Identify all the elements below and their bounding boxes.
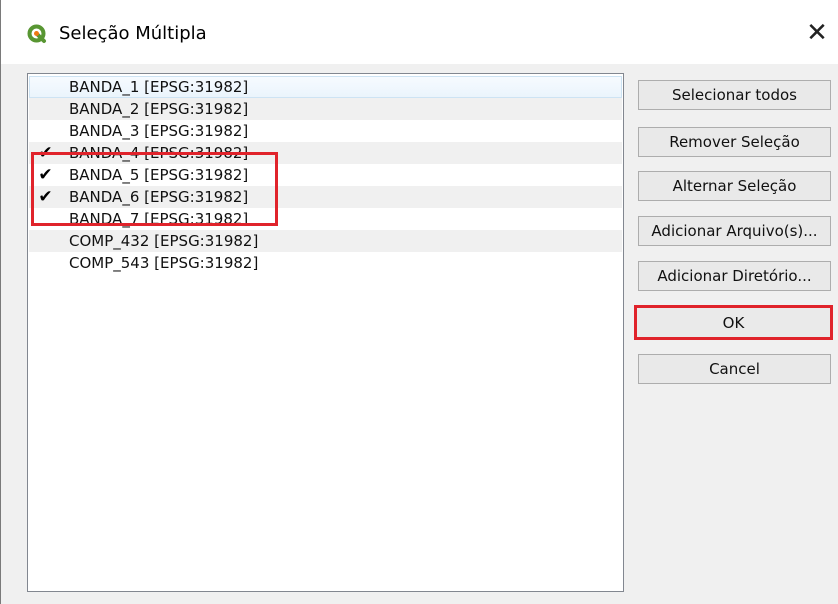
close-button[interactable]: ✕ <box>800 16 834 50</box>
add-files-button[interactable]: Adicionar Arquivo(s)... <box>638 216 831 246</box>
add-directory-button[interactable]: Adicionar Diretório... <box>638 261 831 291</box>
list-item-label: BANDA_4 [EPSG:31982] <box>69 144 249 162</box>
list-item-label: BANDA_1 [EPSG:31982] <box>69 78 249 96</box>
remove-selection-button[interactable]: Remover Seleção <box>638 127 831 157</box>
checkbox-unchecked[interactable] <box>36 232 55 250</box>
list-item[interactable]: BANDA_7 [EPSG:31982] <box>29 208 622 230</box>
select-all-button[interactable]: Selecionar todos <box>638 80 831 110</box>
list-item[interactable]: ✔ BANDA_6 [EPSG:31982] <box>29 186 622 208</box>
list-item[interactable]: BANDA_3 [EPSG:31982] <box>29 120 622 142</box>
list-item-label: BANDA_6 [EPSG:31982] <box>69 188 249 206</box>
multiple-selection-dialog: Seleção Múltipla ✕ BANDA_1 [EPSG:31982] B… <box>0 0 838 604</box>
list-item[interactable]: ✔ BANDA_4 [EPSG:31982] <box>29 142 622 164</box>
list-item[interactable]: COMP_543 [EPSG:31982] <box>29 252 622 274</box>
checkbox-unchecked[interactable] <box>36 78 55 96</box>
checkbox-checked[interactable]: ✔ <box>36 143 55 163</box>
toggle-selection-button[interactable]: Alternar Seleção <box>638 171 831 201</box>
list-item-label: BANDA_7 [EPSG:31982] <box>69 210 249 228</box>
checkbox-unchecked[interactable] <box>36 210 55 228</box>
title-bar: Seleção Múltipla ✕ <box>1 0 838 64</box>
checkbox-checked[interactable]: ✔ <box>36 187 55 207</box>
list-item[interactable]: BANDA_1 [EPSG:31982] <box>29 76 622 98</box>
list-item-label: BANDA_2 [EPSG:31982] <box>69 100 249 118</box>
list-item[interactable]: BANDA_2 [EPSG:31982] <box>29 98 622 120</box>
checkbox-unchecked[interactable] <box>36 100 55 118</box>
checkbox-checked[interactable]: ✔ <box>36 165 55 185</box>
layer-list[interactable]: BANDA_1 [EPSG:31982] BANDA_2 [EPSG:31982]… <box>27 73 624 592</box>
list-item-label: COMP_543 [EPSG:31982] <box>69 254 259 272</box>
list-item-label: COMP_432 [EPSG:31982] <box>69 232 259 250</box>
list-item[interactable]: COMP_432 [EPSG:31982] <box>29 230 622 252</box>
checkbox-unchecked[interactable] <box>36 122 55 140</box>
checkbox-unchecked[interactable] <box>36 254 55 272</box>
list-item-label: BANDA_3 [EPSG:31982] <box>69 122 249 140</box>
close-icon: ✕ <box>806 18 828 48</box>
cancel-button[interactable]: Cancel <box>638 354 831 384</box>
dialog-title: Seleção Múltipla <box>59 23 207 44</box>
list-item-label: BANDA_5 [EPSG:31982] <box>69 166 249 184</box>
list-item[interactable]: ✔ BANDA_5 [EPSG:31982] <box>29 164 622 186</box>
qgis-logo-icon <box>27 24 46 43</box>
ok-button[interactable]: OK <box>634 305 833 340</box>
